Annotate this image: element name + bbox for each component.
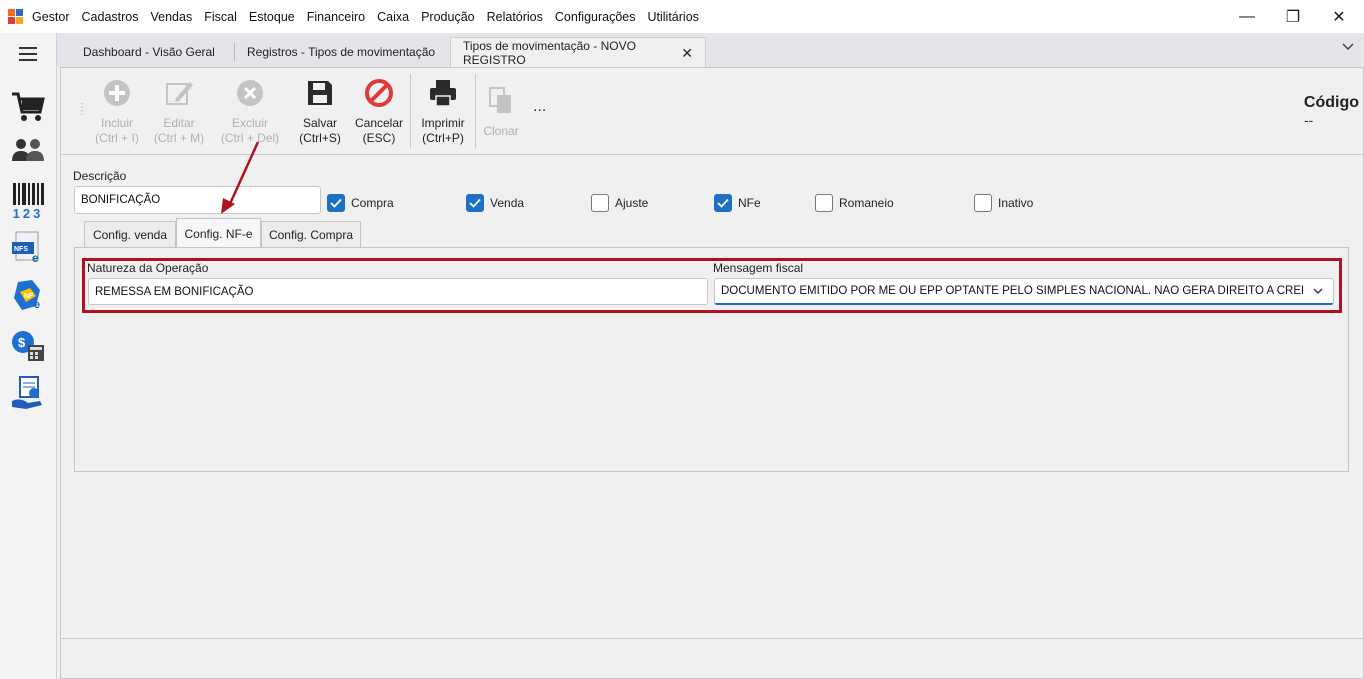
menu-vendas[interactable]: Vendas bbox=[151, 10, 193, 24]
salvar-button[interactable]: Salvar (Ctrl+S) bbox=[288, 78, 352, 146]
imprimir-label: Imprimir bbox=[421, 116, 465, 130]
venda-label: Venda bbox=[490, 196, 525, 210]
money-calculator-icon[interactable]: $ bbox=[10, 327, 46, 363]
tab-label: Tipos de movimentação - NOVO REGISTRO bbox=[463, 39, 636, 67]
codigo-value: -- bbox=[1304, 112, 1314, 128]
inativo-checkbox[interactable]: Inativo bbox=[974, 194, 1033, 212]
incluir-label: Incluir bbox=[100, 116, 133, 130]
excluir-label: Excluir bbox=[231, 116, 268, 130]
close-tab-icon[interactable]: ✕ bbox=[681, 45, 693, 62]
tab-config-nfe[interactable]: Config. NF-e bbox=[176, 218, 261, 248]
checkbox-unchecked-icon bbox=[974, 194, 992, 212]
checkbox-unchecked-icon bbox=[815, 194, 833, 212]
menu-relatorios[interactable]: Relatórios bbox=[487, 10, 543, 24]
descricao-label: Descrição bbox=[73, 169, 127, 183]
close-window-button[interactable]: ✕ bbox=[1316, 0, 1362, 33]
maximize-button[interactable]: ❐ bbox=[1270, 0, 1316, 33]
tab-label: Registros - Tipos de movimentação bbox=[247, 45, 436, 59]
incluir-button[interactable]: Incluir (Ctrl + I) bbox=[85, 78, 149, 146]
menu-icon[interactable] bbox=[19, 47, 37, 61]
document-tab-strip: Dashboard - Visão Geral Registros - Tipo… bbox=[57, 33, 1364, 68]
compra-checkbox[interactable]: Compra bbox=[327, 194, 394, 212]
tab-config-venda[interactable]: Config. venda bbox=[84, 221, 176, 248]
sidebar: 123 NFS e NF e $ bbox=[0, 33, 57, 679]
romaneio-checkbox[interactable]: Romaneio bbox=[815, 194, 894, 212]
cart-icon[interactable] bbox=[10, 88, 46, 124]
checkbox-checked-icon bbox=[327, 194, 345, 212]
inativo-label: Inativo bbox=[998, 196, 1034, 210]
menu-utilitarios[interactable]: Utilitários bbox=[648, 10, 699, 24]
menu-bar: Gestor Cadastros Vendas Fiscal Estoque F… bbox=[0, 0, 1364, 33]
svg-text:e: e bbox=[32, 251, 39, 265]
checkbox-checked-icon bbox=[714, 194, 732, 212]
save-icon bbox=[308, 81, 332, 105]
delete-circle-icon bbox=[237, 80, 263, 106]
menu-configuracoes[interactable]: Configurações bbox=[555, 10, 636, 24]
tab-registros[interactable]: Registros - Tipos de movimentação bbox=[235, 37, 447, 67]
ajuste-label: Ajuste bbox=[615, 196, 649, 210]
menu-cadastros[interactable]: Cadastros bbox=[82, 10, 139, 24]
clonar-label: Clonar bbox=[483, 124, 519, 138]
cancelar-label: Cancelar bbox=[354, 116, 404, 130]
nfe-icon[interactable]: NF e bbox=[10, 278, 46, 314]
app-logo-icon bbox=[8, 9, 24, 25]
menu-financeiro[interactable]: Financeiro bbox=[307, 10, 365, 24]
chevron-down-icon[interactable] bbox=[1342, 43, 1354, 51]
salvar-shortcut: (Ctrl+S) bbox=[299, 131, 341, 145]
edit-icon bbox=[166, 82, 193, 105]
more-options-button[interactable]: ... bbox=[533, 98, 546, 116]
tab-novo-registro[interactable]: Tipos de movimentação - NOVO REGISTRO ✕ bbox=[450, 37, 706, 68]
annotation-arrow-icon bbox=[221, 141, 260, 214]
menu-estoque[interactable]: Estoque bbox=[249, 10, 295, 24]
menu-gestor[interactable]: Gestor bbox=[32, 10, 70, 24]
svg-text:NFS: NFS bbox=[14, 246, 28, 253]
editar-button[interactable]: Editar (Ctrl + M) bbox=[147, 78, 211, 146]
svg-text:e: e bbox=[34, 299, 40, 311]
menu-producao[interactable]: Produção bbox=[421, 10, 475, 24]
compra-label: Compra bbox=[351, 196, 394, 210]
ajuste-checkbox[interactable]: Ajuste bbox=[591, 194, 648, 212]
checkbox-unchecked-icon bbox=[591, 194, 609, 212]
clone-icon bbox=[489, 87, 511, 113]
receipt-hand-icon[interactable] bbox=[10, 375, 46, 411]
imprimir-shortcut: (Ctrl+P) bbox=[422, 131, 464, 145]
annotation-highlight-box bbox=[82, 258, 1342, 313]
status-divider bbox=[60, 638, 1364, 639]
plus-circle-icon bbox=[104, 80, 130, 106]
svg-text:$: $ bbox=[18, 335, 26, 350]
tab-separator bbox=[57, 43, 235, 61]
incluir-shortcut: (Ctrl + I) bbox=[95, 131, 139, 145]
descricao-input[interactable]: BONIFICAÇÃO bbox=[74, 186, 321, 214]
menu-fiscal[interactable]: Fiscal bbox=[204, 10, 237, 24]
imprimir-button[interactable]: Imprimir (Ctrl+P) bbox=[411, 78, 475, 146]
cancelar-button[interactable]: Cancelar (ESC) bbox=[347, 78, 411, 146]
checkbox-checked-icon bbox=[466, 194, 484, 212]
editar-shortcut: (Ctrl + M) bbox=[153, 131, 205, 145]
nfe-label: NFe bbox=[738, 196, 761, 210]
excluir-button[interactable]: Excluir (Ctrl + Del) bbox=[215, 78, 285, 146]
romaneio-label: Romaneio bbox=[839, 196, 894, 210]
tab-config-compra[interactable]: Config. Compra bbox=[261, 221, 361, 248]
printer-icon bbox=[430, 80, 456, 107]
venda-checkbox[interactable]: Venda bbox=[466, 194, 524, 212]
menu-caixa[interactable]: Caixa bbox=[377, 10, 409, 24]
clonar-button[interactable]: Clonar bbox=[469, 86, 533, 139]
barcode-digits: 123 bbox=[12, 206, 44, 221]
salvar-label: Salvar bbox=[302, 116, 337, 130]
cancel-icon bbox=[365, 79, 393, 107]
codigo-label: Código bbox=[1303, 94, 1359, 111]
cancelar-shortcut: (ESC) bbox=[362, 131, 396, 145]
barcode-icon[interactable]: 123 bbox=[10, 183, 46, 221]
nfse-icon[interactable]: NFS e bbox=[10, 230, 46, 266]
people-icon[interactable] bbox=[10, 133, 46, 169]
nfe-checkbox[interactable]: NFe bbox=[714, 194, 761, 212]
svg-text:NF: NF bbox=[24, 293, 34, 300]
editar-label: Editar bbox=[163, 116, 195, 130]
minimize-button[interactable]: — bbox=[1224, 0, 1270, 33]
